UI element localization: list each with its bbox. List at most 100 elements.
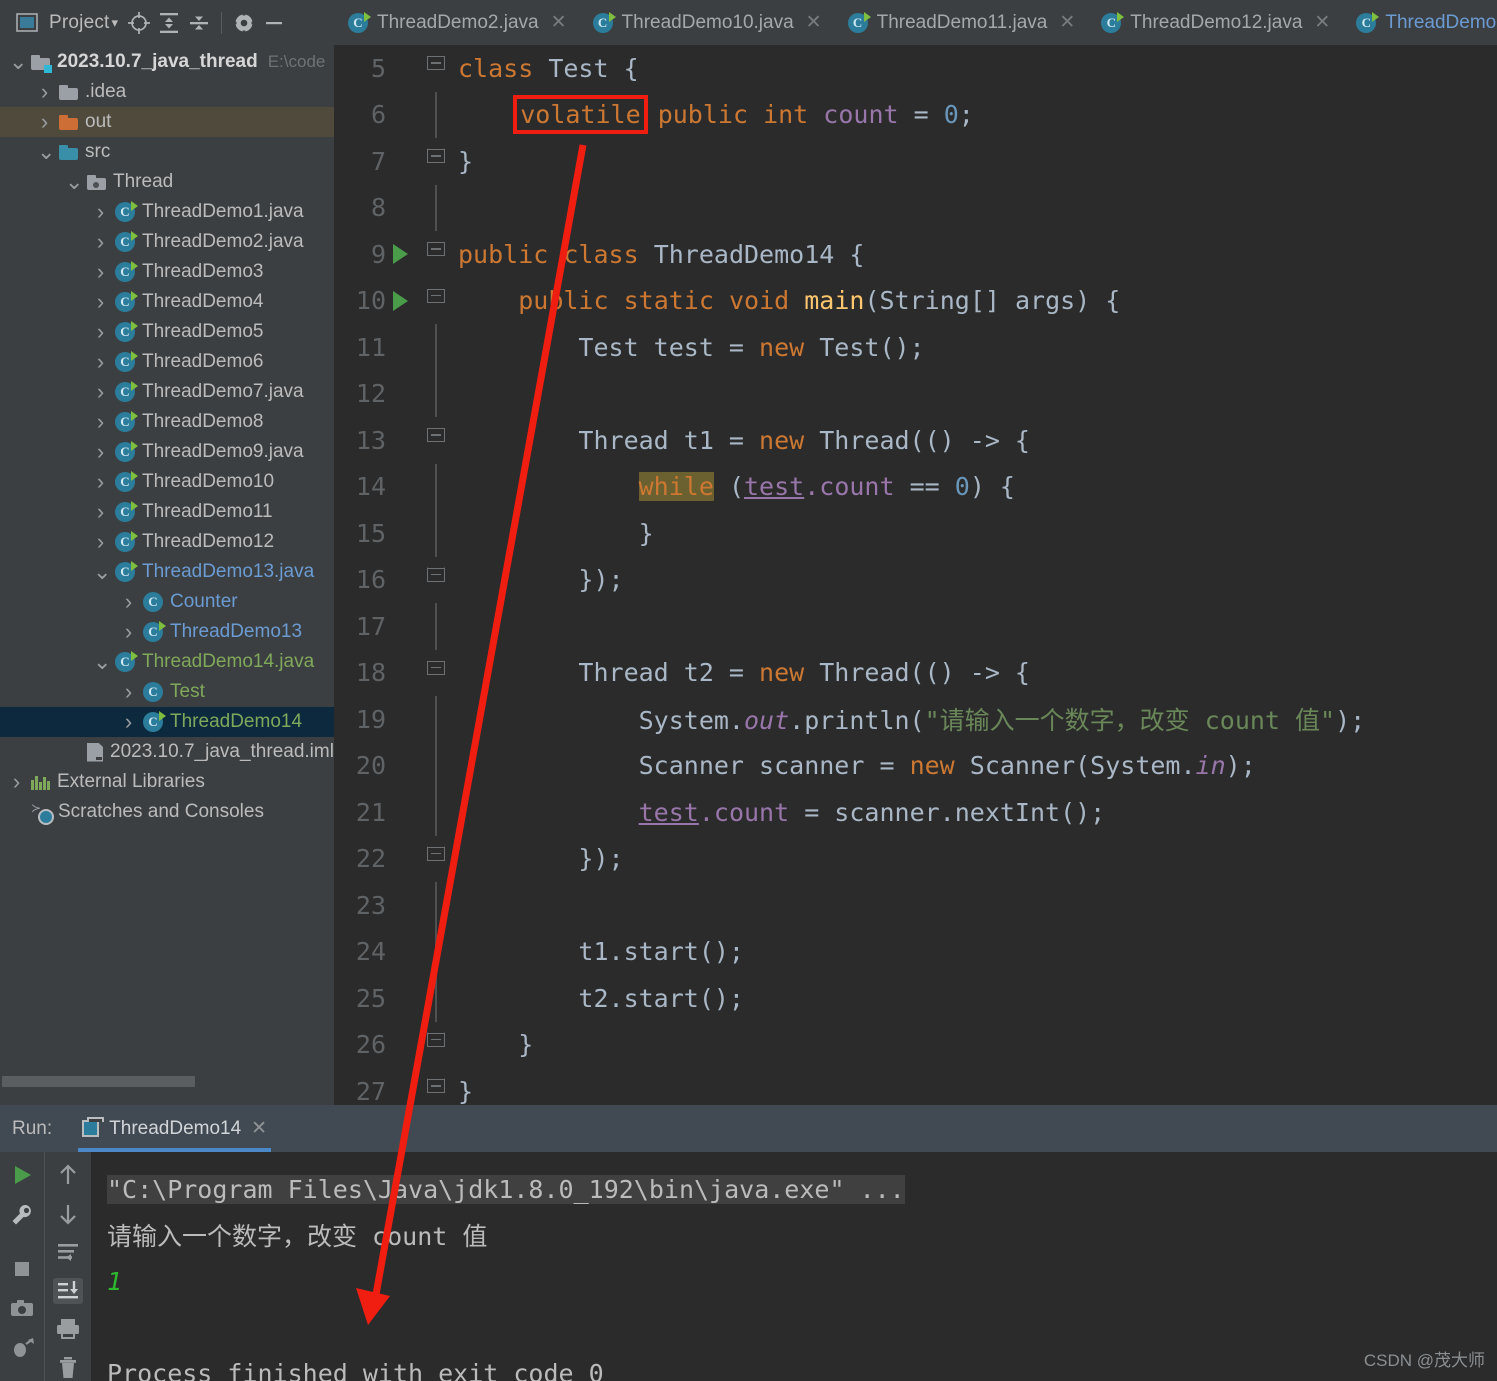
code-line[interactable]: 18 Thread t2 = new Thread(() -> { xyxy=(334,650,1497,697)
chevron-right-icon[interactable]: › xyxy=(93,499,108,525)
fold-start-icon[interactable] xyxy=(427,56,445,77)
minimize-icon[interactable] xyxy=(259,8,289,38)
editor-tab-1[interactable]: C ThreadDemo10.java ✕ xyxy=(579,0,834,45)
code-line[interactable]: 14 while (test.count == 0) { xyxy=(334,463,1497,510)
tree-item-threaddemo4[interactable]: › C ThreadDemo4 xyxy=(0,287,334,317)
chevron-down-icon[interactable]: ⌄ xyxy=(65,171,83,193)
fold-start-icon[interactable] xyxy=(427,428,445,449)
tree-item-threaddemo13-java[interactable]: ⌄ C ThreadDemo13.java xyxy=(0,557,334,587)
chevron-right-icon[interactable]: › xyxy=(93,409,108,435)
editor-gutter[interactable] xyxy=(390,184,458,231)
chevron-right-icon[interactable]: › xyxy=(93,229,108,255)
editor-tab-0[interactable]: C ThreadDemo2.java ✕ xyxy=(334,0,579,45)
chevron-right-icon[interactable]: › xyxy=(93,529,108,555)
chevron-right-icon[interactable]: › xyxy=(93,259,108,285)
chevron-right-icon[interactable]: › xyxy=(93,439,108,465)
tree-item-external-libraries[interactable]: › External Libraries xyxy=(0,767,334,797)
tree-item-threaddemo9-java[interactable]: › C ThreadDemo9.java xyxy=(0,437,334,467)
tree-item-threaddemo14-java[interactable]: ⌄ C ThreadDemo14.java xyxy=(0,647,334,677)
fold-end-icon[interactable] xyxy=(427,1024,445,1053)
code-line[interactable]: 19 System.out.println("请输入一个数字，改变 count … xyxy=(334,696,1497,743)
close-icon[interactable]: ✕ xyxy=(1059,11,1075,34)
tree-item-src[interactable]: ⌄ src xyxy=(0,137,334,167)
scroll-to-end-icon[interactable] xyxy=(53,1277,83,1304)
editor-tab-2[interactable]: C ThreadDemo11.java ✕ xyxy=(834,0,1088,45)
chevron-down-icon[interactable]: ⌄ xyxy=(93,651,111,673)
code-line[interactable]: 25 t2.start(); xyxy=(334,975,1497,1022)
chevron-right-icon[interactable]: › xyxy=(121,619,136,645)
editor-gutter[interactable] xyxy=(390,696,458,743)
chevron-right-icon[interactable]: › xyxy=(121,709,136,735)
editor-gutter[interactable] xyxy=(390,278,458,325)
tree-item--idea[interactable]: › .idea xyxy=(0,77,334,107)
code-line[interactable]: 15 } xyxy=(334,510,1497,557)
tree-item-threaddemo1-java[interactable]: › C ThreadDemo1.java xyxy=(0,197,334,227)
tree-item-threaddemo7-java[interactable]: › C ThreadDemo7.java xyxy=(0,377,334,407)
editor-gutter[interactable] xyxy=(390,417,458,464)
editor-gutter[interactable] xyxy=(390,789,458,836)
code-line[interactable]: 8 xyxy=(334,184,1497,231)
chevron-down-icon[interactable]: ⌄ xyxy=(93,561,111,583)
editor-gutter[interactable] xyxy=(390,1022,458,1069)
editor-tab-4[interactable]: CThreadDemo13.j xyxy=(1342,0,1497,45)
code-line[interactable]: 11 Test test = new Test(); xyxy=(334,324,1497,371)
editor-gutter[interactable] xyxy=(390,836,458,883)
code-line[interactable]: 9 public class ThreadDemo14 { xyxy=(334,231,1497,278)
code-line[interactable]: 22 }); xyxy=(334,836,1497,883)
editor-gutter[interactable] xyxy=(390,324,458,371)
tree-item-counter[interactable]: › C Counter xyxy=(0,587,334,617)
tree-item-threaddemo5[interactable]: › C ThreadDemo5 xyxy=(0,317,334,347)
tree-item-out[interactable]: › out xyxy=(0,107,334,137)
chevron-down-icon[interactable]: ▾ xyxy=(112,15,119,31)
code-line[interactable]: 7} xyxy=(334,138,1497,185)
chevron-right-icon[interactable]: › xyxy=(93,469,108,495)
chevron-right-icon[interactable]: › xyxy=(93,349,108,375)
tree-item-threaddemo3[interactable]: › C ThreadDemo3 xyxy=(0,257,334,287)
fold-start-icon[interactable] xyxy=(427,288,445,310)
editor-gutter[interactable] xyxy=(390,882,458,929)
tree-item-threaddemo13[interactable]: › C ThreadDemo13 xyxy=(0,617,334,647)
console-output[interactable]: "C:\Program Files\Java\jdk1.8.0_192\bin\… xyxy=(91,1152,1497,1381)
editor-gutter[interactable] xyxy=(390,975,458,1022)
run-gutter-icon[interactable] xyxy=(393,244,408,264)
close-icon[interactable]: ✕ xyxy=(251,1117,267,1140)
code-line[interactable]: 23 xyxy=(334,882,1497,929)
run-icon[interactable] xyxy=(7,1162,37,1188)
camera-icon[interactable] xyxy=(7,1296,37,1322)
tree-item-test[interactable]: › C Test xyxy=(0,677,334,707)
code-line[interactable]: 20 Scanner scanner = new Scanner(System.… xyxy=(334,742,1497,789)
locate-icon[interactable] xyxy=(124,8,154,38)
code-line[interactable]: 24 t1.start(); xyxy=(334,928,1497,975)
settings-gear-icon[interactable] xyxy=(229,8,259,38)
editor-gutter[interactable] xyxy=(390,231,458,278)
collapse-all-icon[interactable] xyxy=(184,8,214,38)
run-configuration-tab[interactable]: ThreadDemo14 ✕ xyxy=(72,1105,277,1152)
editor-gutter[interactable] xyxy=(390,91,458,138)
tree-item-threaddemo11[interactable]: › C ThreadDemo11 xyxy=(0,497,334,527)
print-icon[interactable] xyxy=(53,1316,83,1343)
close-icon[interactable]: ✕ xyxy=(1314,11,1330,34)
tree-item-2023-10-7-java-thread-iml[interactable]: 2023.10.7_java_thread.iml xyxy=(0,737,334,767)
editor-tab-3[interactable]: C ThreadDemo12.java ✕ xyxy=(1087,0,1342,45)
arrow-down-icon[interactable] xyxy=(53,1201,83,1228)
run-gutter-icon[interactable] xyxy=(393,290,408,311)
editor-gutter[interactable] xyxy=(390,1068,458,1105)
fold-end-icon[interactable] xyxy=(427,838,445,867)
fold-end-icon[interactable] xyxy=(427,141,445,169)
debug-icon[interactable] xyxy=(7,1336,37,1362)
editor-gutter[interactable] xyxy=(390,557,458,604)
close-icon[interactable]: ✕ xyxy=(551,11,567,34)
fold-end-icon[interactable] xyxy=(427,559,445,588)
chevron-right-icon[interactable]: › xyxy=(93,319,108,345)
expand-all-icon[interactable] xyxy=(154,8,184,38)
code-line[interactable]: 21 test.count = scanner.nextInt(); xyxy=(334,789,1497,836)
chevron-right-icon[interactable]: › xyxy=(37,109,52,135)
code-editor[interactable]: 5 class Test {6 volatile public int count… xyxy=(334,45,1497,1105)
code-line[interactable]: 6 volatile public int count = 0; xyxy=(334,91,1497,138)
trash-icon[interactable] xyxy=(53,1355,83,1381)
chevron-right-icon[interactable]: › xyxy=(9,769,24,795)
tree-item-scratches-and-consoles[interactable]: Scratches and Consoles xyxy=(0,797,334,827)
editor-gutter[interactable] xyxy=(390,463,458,510)
fold-end-icon[interactable] xyxy=(427,1071,445,1099)
tree-item-threaddemo14[interactable]: › C ThreadDemo14 xyxy=(0,707,334,737)
